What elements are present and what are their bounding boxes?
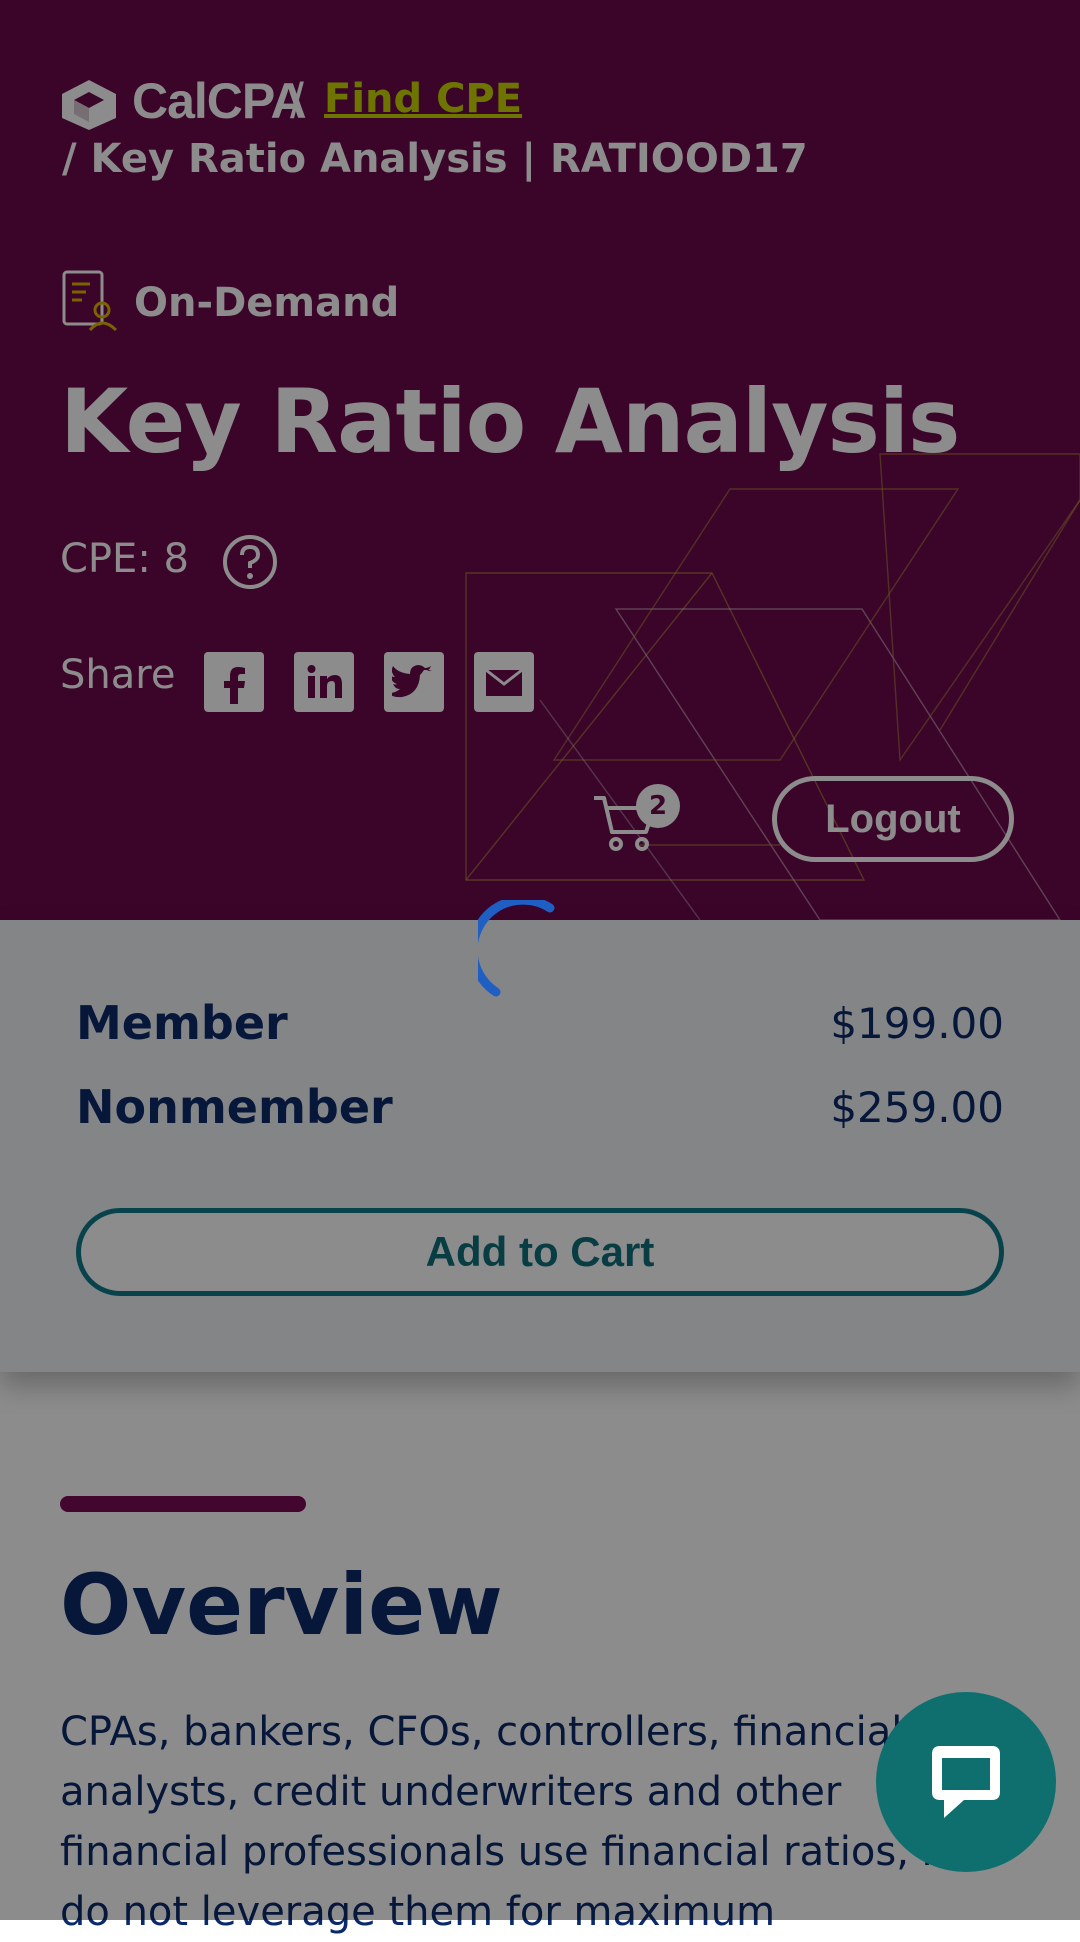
linkedin-icon[interactable]: [294, 652, 354, 712]
price-label: Member: [76, 996, 288, 1050]
breadcrumb-current: / Key Ratio Analysis | RATIOOD17: [62, 136, 808, 182]
price-label: Nonmember: [76, 1080, 393, 1134]
breadcrumb-separator: /: [290, 73, 304, 129]
price-row-nonmember: Nonmember $259.00: [76, 1080, 1004, 1134]
course-title: Key Ratio Analysis: [60, 370, 960, 473]
find-cpe-link[interactable]: Find CPE: [324, 76, 522, 122]
logout-button[interactable]: Logout: [772, 776, 1014, 862]
add-to-cart-button[interactable]: Add to Cart: [76, 1208, 1004, 1296]
cpe-credits: CPE: 8: [60, 536, 189, 582]
chat-icon: [932, 1746, 1000, 1818]
calcpa-logo-icon[interactable]: [60, 78, 118, 132]
help-icon[interactable]: [222, 534, 278, 590]
price-value: $199.00: [830, 998, 1004, 1048]
course-format: On-Demand: [134, 280, 400, 326]
price-value: $259.00: [830, 1082, 1004, 1132]
cart-count-badge: 2: [636, 784, 680, 828]
facebook-icon[interactable]: [204, 652, 264, 712]
chat-button[interactable]: [876, 1692, 1056, 1872]
email-icon[interactable]: [474, 652, 534, 712]
overview-text: CPAs, bankers, CFOs, controllers, financ…: [60, 1709, 989, 1935]
loading-spinner-icon: [478, 900, 555, 997]
on-demand-icon: [62, 270, 118, 332]
hero-banner: CalCPA / Find CPE / Key Ratio Analysis |…: [0, 0, 1080, 920]
overview-heading: Overview: [60, 1556, 503, 1654]
twitter-icon[interactable]: [384, 652, 444, 712]
brand-name[interactable]: CalCPA: [132, 72, 307, 130]
overview-accent-bar: [60, 1496, 306, 1512]
share-label: Share: [60, 652, 176, 698]
